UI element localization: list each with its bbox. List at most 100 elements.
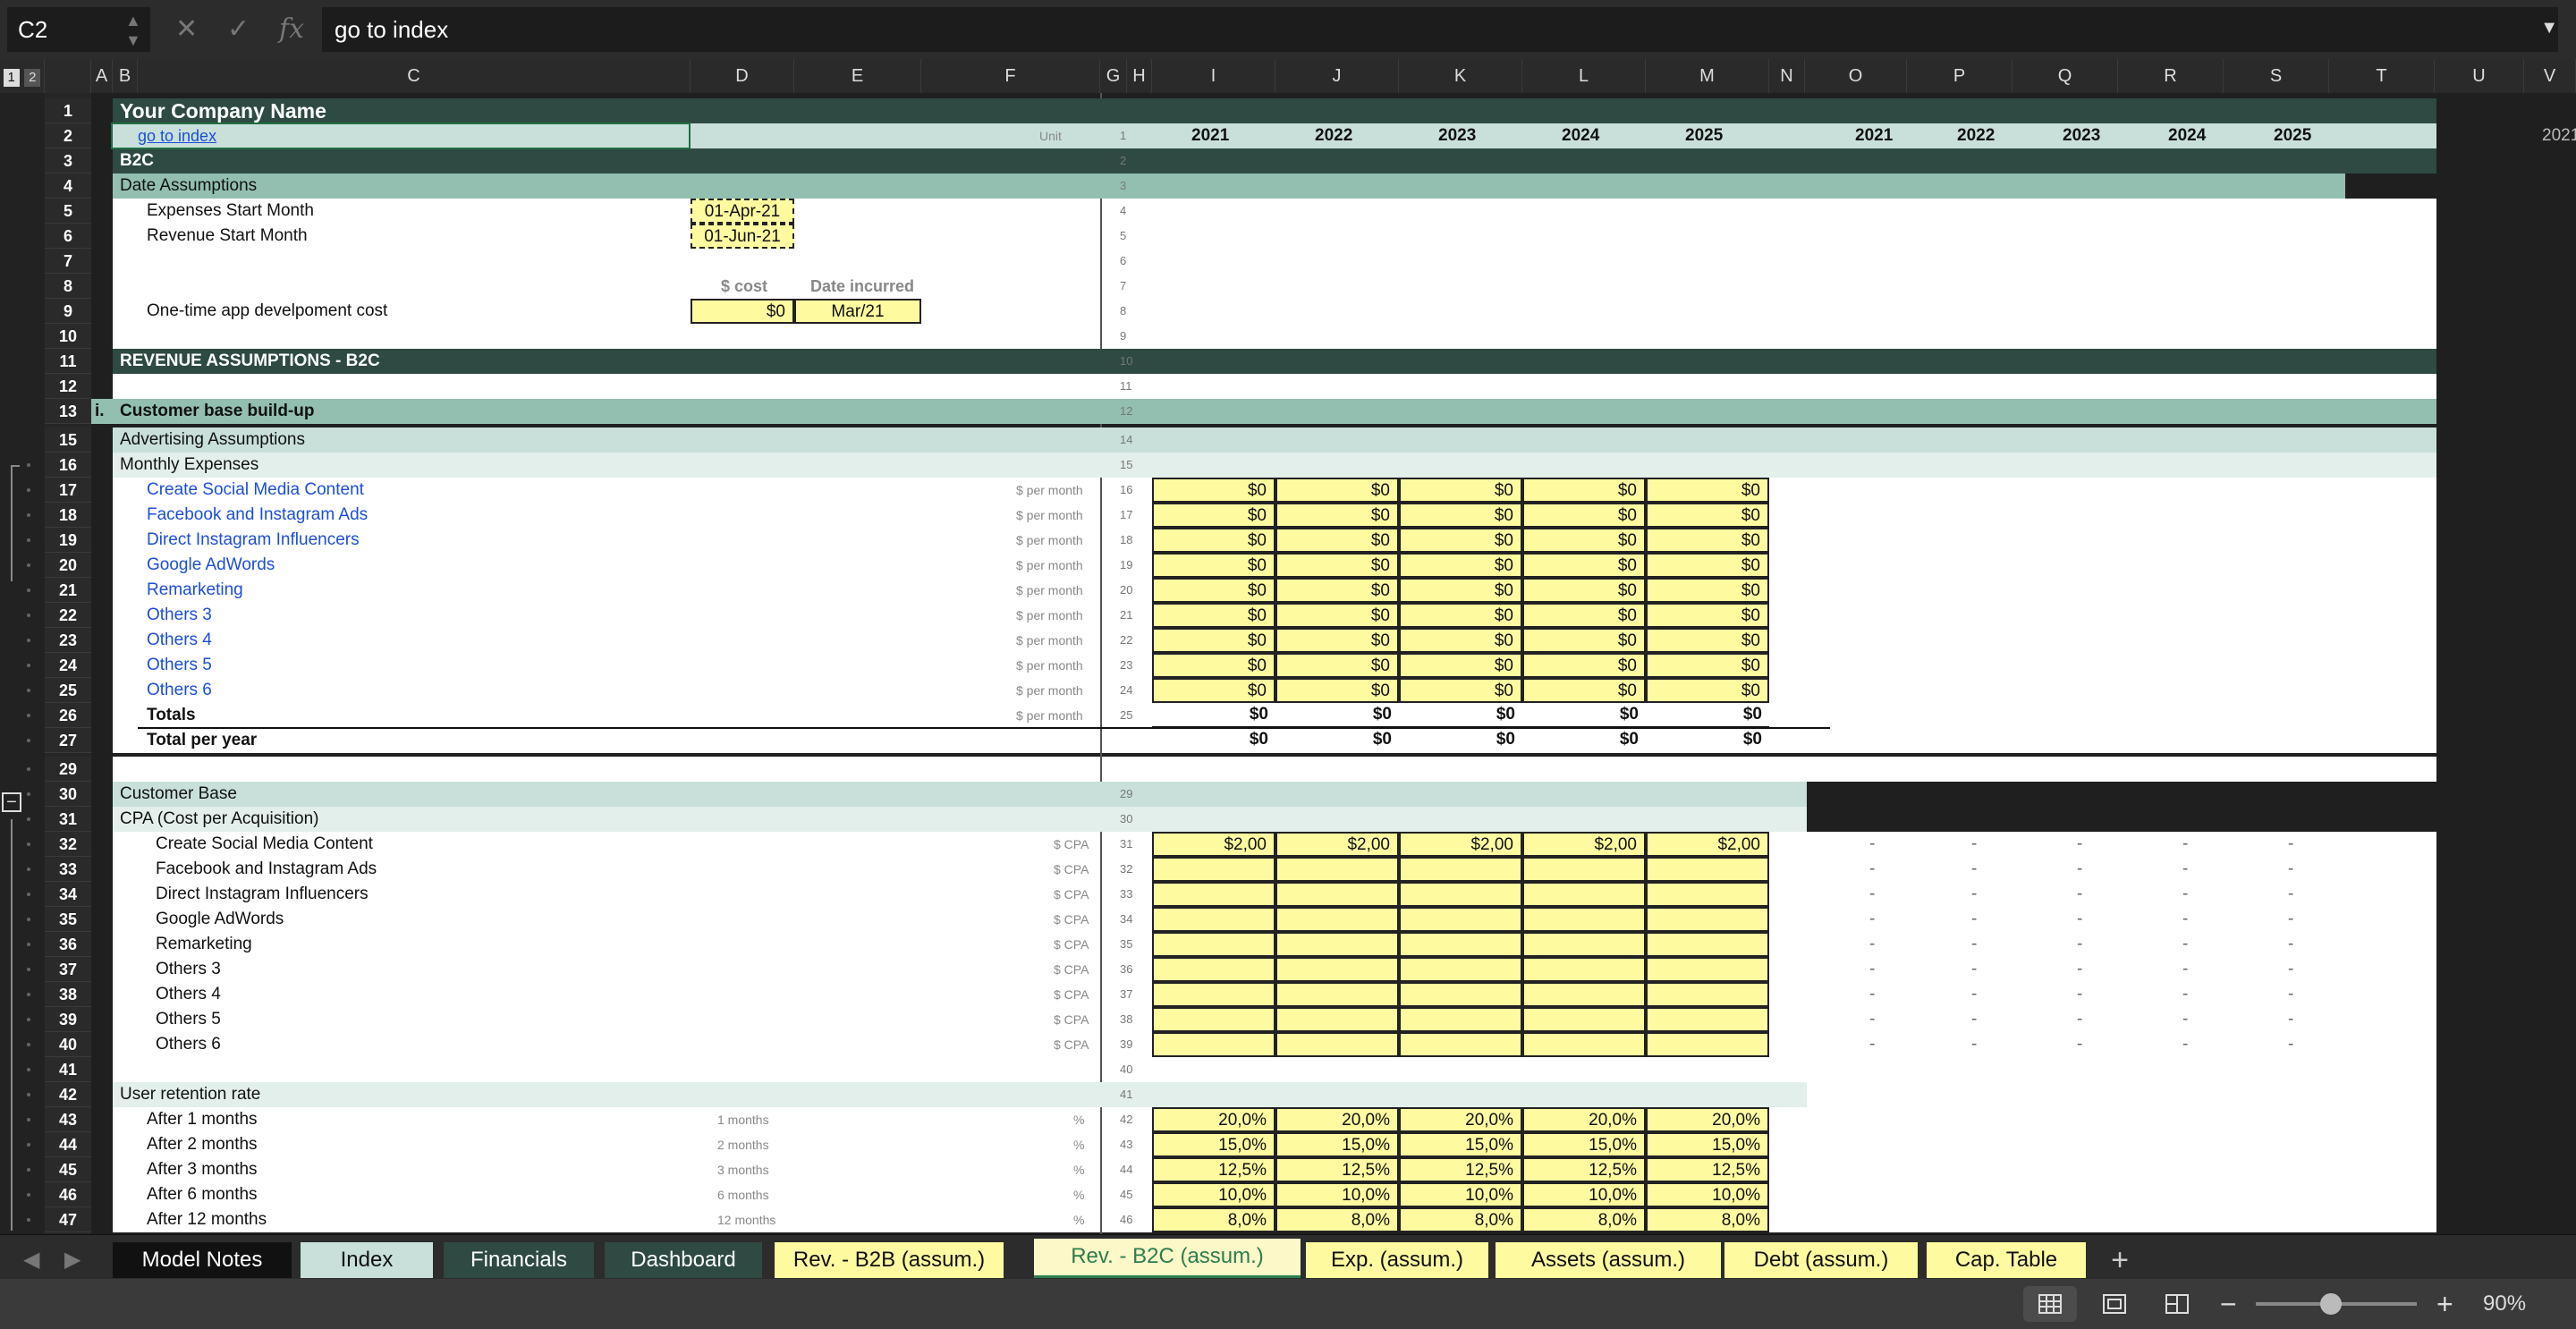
row-header[interactable]: 3 [45, 148, 91, 174]
input-cell[interactable] [1275, 932, 1399, 957]
col-header-m[interactable]: M [1646, 59, 1769, 93]
input-cell[interactable]: 20,0% [1646, 1107, 1769, 1132]
row-header[interactable]: 18 [45, 503, 91, 528]
input-cell[interactable]: $0 [1646, 603, 1769, 628]
input-cell[interactable]: $0 [1152, 478, 1275, 503]
row-header[interactable]: 7 [45, 249, 91, 274]
input-cell[interactable]: $0 [1152, 603, 1275, 628]
input-cell[interactable]: $0 [1646, 578, 1769, 603]
col-header-s[interactable]: S [2224, 59, 2329, 93]
input-cell[interactable] [1275, 1007, 1399, 1032]
sheet-tab[interactable]: Model Notes [113, 1242, 292, 1278]
row-header[interactable]: 31 [45, 807, 91, 832]
col-header-g[interactable]: G [1100, 59, 1127, 93]
page-layout-button[interactable] [2088, 1286, 2141, 1322]
zoom-level[interactable]: 90% [2483, 1286, 2526, 1322]
row-header[interactable]: 21 [45, 578, 91, 603]
input-cell[interactable]: $0 [1522, 553, 1646, 578]
input-cell[interactable] [1522, 1007, 1646, 1032]
input-cell[interactable] [1275, 857, 1399, 882]
col-header-k[interactable]: K [1399, 59, 1522, 93]
row-header[interactable]: 40 [45, 1032, 91, 1057]
input-cell[interactable]: 15,0% [1399, 1132, 1522, 1157]
input-cell[interactable] [1152, 1032, 1275, 1057]
input-cell[interactable]: $2,00 [1522, 832, 1646, 857]
input-cell[interactable] [1152, 957, 1275, 982]
col-header-a[interactable]: A [91, 59, 113, 93]
input-cell[interactable]: 12,5% [1646, 1157, 1769, 1182]
input-cell[interactable]: $0 [1646, 653, 1769, 678]
input-cell[interactable]: 10,0% [1275, 1182, 1399, 1207]
input-cell[interactable]: $0 [1522, 603, 1646, 628]
select-all-corner[interactable] [45, 59, 91, 93]
input-cell[interactable]: $0 [1275, 653, 1399, 678]
input-cell[interactable]: 8,0% [1522, 1207, 1646, 1232]
input-cell[interactable]: 20,0% [1522, 1107, 1646, 1132]
input-cell[interactable]: $0 [1646, 478, 1769, 503]
input-cell[interactable] [1399, 857, 1522, 882]
input-cell[interactable]: $0 [1152, 553, 1275, 578]
zoom-slider-thumb[interactable] [2320, 1293, 2342, 1315]
input-cell[interactable] [1646, 957, 1769, 982]
col-header-r[interactable]: R [2118, 59, 2224, 93]
input-cell[interactable] [1522, 857, 1646, 882]
row-header[interactable]: 9 [45, 299, 91, 324]
input-cell[interactable] [1399, 982, 1522, 1007]
row-header[interactable]: 13 [45, 399, 91, 424]
row-header[interactable]: 44 [45, 1132, 91, 1157]
input-cell[interactable]: $0 [1399, 553, 1522, 578]
input-cell[interactable]: $0 [1275, 603, 1399, 628]
input-cell[interactable]: 12,5% [1522, 1157, 1646, 1182]
input-cell[interactable]: 12,5% [1152, 1157, 1275, 1182]
confirm-icon[interactable]: ✓ [227, 0, 250, 59]
input-cell[interactable] [1522, 882, 1646, 907]
row-header[interactable]: 10 [45, 324, 91, 349]
input-cell[interactable]: $2,00 [1152, 832, 1275, 857]
worksheet-grid[interactable]: Your Company Name go to index Unit 2021 2022… [91, 93, 2576, 1234]
row-header[interactable]: 27 [45, 728, 91, 753]
row-header[interactable]: 38 [45, 982, 91, 1007]
col-header-n[interactable]: N [1769, 59, 1805, 93]
col-header-f[interactable]: F [921, 59, 1100, 93]
row-header[interactable]: 11 [45, 349, 91, 374]
input-cell[interactable]: $0 [1152, 653, 1275, 678]
input-cell[interactable] [1152, 857, 1275, 882]
input-cell[interactable] [1152, 982, 1275, 1007]
input-cell[interactable]: $0 [1646, 503, 1769, 528]
sheet-tab[interactable]: Rev. - B2B (assum.) [775, 1242, 1004, 1278]
col-header-j[interactable]: J [1275, 59, 1399, 93]
row-header[interactable]: 12 [45, 374, 91, 399]
col-header-q[interactable]: Q [2012, 59, 2118, 93]
input-cell[interactable] [1646, 857, 1769, 882]
input-cell[interactable] [1152, 907, 1275, 932]
input-cell[interactable]: $0 [1522, 578, 1646, 603]
input-cell[interactable]: $0 [1275, 678, 1399, 703]
input-cell[interactable] [1399, 882, 1522, 907]
row-header[interactable]: 6 [45, 224, 91, 249]
row-header[interactable]: 15 [45, 427, 91, 453]
row-header[interactable]: 33 [45, 857, 91, 882]
input-cell[interactable] [1522, 907, 1646, 932]
input-cell[interactable]: $0 [1399, 603, 1522, 628]
zoom-in-icon[interactable]: + [2436, 1286, 2453, 1322]
input-cell[interactable]: $0 [1399, 528, 1522, 553]
input-cell[interactable]: $0 [1275, 503, 1399, 528]
input-cell[interactable] [1399, 957, 1522, 982]
input-cell[interactable]: 15,0% [1522, 1132, 1646, 1157]
input-cell[interactable] [1275, 1032, 1399, 1057]
input-cell[interactable]: $0 [1399, 578, 1522, 603]
input-cell[interactable]: 10,0% [1399, 1182, 1522, 1207]
input-cell[interactable]: $0 [1275, 478, 1399, 503]
sheet-tab[interactable]: Rev. - B2C (assum.) [1034, 1239, 1301, 1278]
input-cell[interactable]: $0 [1646, 678, 1769, 703]
row-header[interactable]: 1 [45, 98, 91, 123]
col-header-u[interactable]: U [2435, 59, 2524, 93]
row-header[interactable]: 39 [45, 1007, 91, 1032]
row-header[interactable]: 30 [45, 782, 91, 807]
row-header[interactable]: 5 [45, 199, 91, 224]
input-cell[interactable] [1275, 907, 1399, 932]
formula-input[interactable]: go to index [322, 7, 2558, 52]
input-cell[interactable] [1522, 957, 1646, 982]
row-header[interactable]: 26 [45, 703, 91, 728]
input-cell[interactable]: $0 [1152, 528, 1275, 553]
